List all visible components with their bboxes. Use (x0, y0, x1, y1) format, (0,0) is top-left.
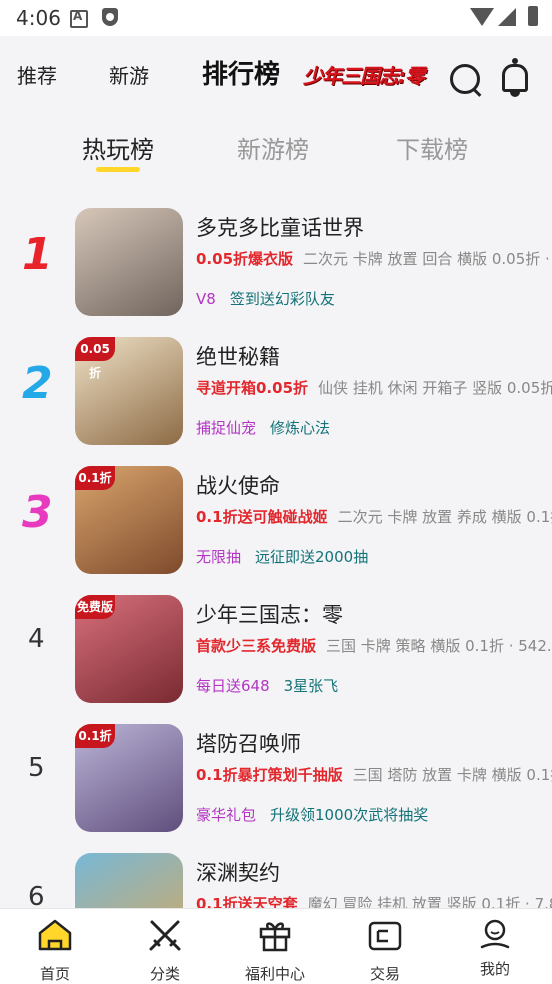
game-promo: 0.05折爆衣版 (196, 250, 294, 268)
game-name: 深渊契约 (196, 861, 280, 885)
benefit-tag: 无限抽 (196, 548, 242, 566)
game-icon[interactable]: 0.1折 (75, 724, 183, 832)
gift-icon (259, 922, 291, 952)
game-promo: 0.1折暴打策划千抽版 (196, 766, 343, 784)
sub-tab-download[interactable]: 下载榜 (396, 130, 468, 165)
accessibility-notification-icon (70, 9, 88, 28)
sub-tab-hot[interactable]: 热玩榜 (82, 130, 154, 165)
bottom-tab-label: 我的 (479, 960, 510, 978)
profile-icon (480, 919, 510, 949)
bottom-navigation: 首页 分类 福利中心 交易 我的 (0, 908, 552, 984)
bottom-tab-home[interactable]: 首页 (0, 909, 110, 984)
game-meta-line: 0.1折送天空套 魔幻 冒险 挂机 放置 竖版 0.1折 · 7.84 (196, 893, 552, 908)
status-bar: 4:06 (0, 0, 552, 36)
top-navigation: 推荐 新游 排行榜 少年三国志:零 (0, 36, 552, 110)
game-ranking-list[interactable]: 1 多克多比童话世界 0.05折爆衣版 二次元 卡牌 放置 回合 横版 0.05折 ·… (0, 198, 552, 908)
game-meta-line: 0.05折爆衣版 二次元 卡牌 放置 回合 横版 0.05折 · 5 (196, 248, 552, 269)
benefit-tag: 远征即送2000抽 (255, 548, 369, 566)
home-icon (38, 919, 72, 951)
game-genre-tags: 二次元 卡牌 放置 回合 横版 0.05折 · 5 (303, 250, 552, 268)
game-genre-tags: 三国 塔防 放置 卡牌 横版 0.1折 (352, 766, 552, 784)
game-row[interactable]: 3 0.1折 战火使命 0.1折送可触碰战姬 二次元 卡牌 放置 养成 横版 0.1折无… (0, 456, 552, 585)
game-meta-line: 0.1折送可触碰战姬 二次元 卡牌 放置 养成 横版 0.1折 (196, 506, 552, 527)
bottom-tab-category[interactable]: 分类 (110, 909, 220, 984)
game-promo: 寻道开箱0.05折 (196, 379, 309, 397)
status-time: 4:06 (16, 6, 61, 30)
game-row[interactable]: 5 0.1折 塔防召唤师 0.1折暴打策划千抽版 三国 塔防 放置 卡牌 横版 0.1折… (0, 714, 552, 843)
bottom-tab-profile[interactable]: 我的 (440, 909, 550, 984)
nav-tab-ranking[interactable]: 排行榜 (202, 54, 280, 91)
rank-number: 6 (28, 882, 45, 908)
game-meta-line: 首款少三系免费版 三国 卡牌 策略 横版 0.1折 · 542.7 (196, 635, 552, 656)
game-name: 塔防召唤师 (196, 732, 301, 756)
game-row[interactable]: 4 免费版 少年三国志：零首款少三系免费版 三国 卡牌 策略 横版 0.1折 · 54… (0, 585, 552, 714)
rank-number: 4 (28, 624, 45, 654)
game-benefit-tags: 每日送648 3星张飞 (196, 675, 338, 696)
discount-badge: 0.1折 (75, 466, 115, 490)
rank-number: 3 (22, 487, 53, 538)
sub-tab-new[interactable]: 新游榜 (237, 130, 309, 165)
shield-notification-icon (102, 8, 118, 26)
rank-number: 5 (28, 753, 45, 783)
rank-number: 2 (22, 358, 53, 409)
bottom-tab-trade[interactable]: 交易 (330, 909, 440, 984)
wifi-icon (470, 8, 494, 26)
game-icon[interactable] (75, 208, 183, 316)
game-name: 绝世秘籍 (196, 345, 280, 369)
game-row[interactable]: 2 0.05折 绝世秘籍寻道开箱0.05折 仙侠 挂机 休闲 开箱子 竖版 0.05折… (0, 327, 552, 456)
featured-game-logo[interactable]: 少年三国志:零 (303, 60, 425, 89)
game-meta-line: 0.1折暴打策划千抽版 三国 塔防 放置 卡牌 横版 0.1折 (196, 764, 552, 785)
bottom-tab-label: 福利中心 (244, 965, 305, 983)
category-swords-icon (149, 920, 181, 951)
bottom-tab-label: 交易 (369, 965, 400, 983)
benefit-tag: 捕捉仙宠 (196, 419, 257, 437)
game-genre-tags: 三国 卡牌 策略 横版 0.1折 · 542.7 (326, 637, 552, 655)
benefit-tag: 每日送648 (196, 677, 270, 695)
game-icon[interactable] (75, 853, 183, 908)
bottom-tab-label: 首页 (39, 965, 70, 983)
nav-tab-recommend[interactable]: 推荐 (17, 60, 57, 89)
game-benefit-tags: V8 签到送幻彩队友 (196, 288, 335, 309)
game-name: 多克多比童话世界 (196, 216, 364, 240)
game-meta-line: 寻道开箱0.05折 仙侠 挂机 休闲 开箱子 竖版 0.05折 · (196, 377, 552, 398)
bottom-tab-label: 分类 (149, 965, 180, 983)
game-benefit-tags: 豪华礼包 升级领1000次武将抽奖 (196, 804, 428, 825)
game-genre-tags: 魔幻 冒险 挂机 放置 竖版 0.1折 · 7.84 (307, 895, 552, 908)
benefit-tag: 豪华礼包 (196, 806, 257, 824)
bottom-tab-welfare[interactable]: 福利中心 (220, 909, 330, 984)
game-benefit-tags: 无限抽 远征即送2000抽 (196, 546, 368, 567)
benefit-tag: 签到送幻彩队友 (229, 290, 335, 308)
game-icon[interactable]: 0.05折 (75, 337, 183, 445)
cell-signal-icon (498, 8, 516, 26)
discount-badge: 0.1折 (75, 724, 115, 748)
discount-badge: 0.05折 (75, 337, 115, 380)
ranking-sub-tabs: 热玩榜 新游榜 下载榜 (0, 110, 552, 190)
benefit-tag: 升级领1000次武将抽奖 (270, 806, 429, 824)
benefit-tag: 修炼心法 (270, 419, 331, 437)
discount-badge: 免费版 (75, 595, 115, 619)
game-row[interactable]: 6 深渊契约 0.1折送天空套 魔幻 冒险 挂机 放置 竖版 0.1折 · 7.84 (0, 843, 552, 908)
game-row[interactable]: 1 多克多比童话世界 0.05折爆衣版 二次元 卡牌 放置 回合 横版 0.05折 ·… (0, 198, 552, 327)
game-benefit-tags: 捕捉仙宠 修炼心法 (196, 417, 330, 438)
trade-icon (368, 921, 402, 951)
game-icon[interactable]: 0.1折 (75, 466, 183, 574)
game-promo: 0.1折送天空套 (196, 895, 298, 908)
game-promo: 0.1折送可触碰战姬 (196, 508, 328, 526)
battery-icon (528, 6, 538, 26)
search-icon[interactable] (450, 64, 480, 94)
game-name: 战火使命 (196, 474, 280, 498)
rank-number: 1 (22, 229, 53, 280)
benefit-tag: 3星张飞 (283, 677, 339, 695)
game-icon[interactable]: 免费版 (75, 595, 183, 703)
nav-tab-new-games[interactable]: 新游 (109, 60, 149, 89)
benefit-tag: V8 (196, 290, 216, 308)
game-genre-tags: 仙侠 挂机 休闲 开箱子 竖版 0.05折 · (318, 379, 552, 397)
game-genre-tags: 二次元 卡牌 放置 养成 横版 0.1折 (337, 508, 552, 526)
game-name: 少年三国志：零 (196, 603, 343, 627)
active-tab-indicator (96, 167, 140, 172)
game-promo: 首款少三系免费版 (196, 637, 317, 655)
notification-bell-icon[interactable] (502, 58, 528, 97)
